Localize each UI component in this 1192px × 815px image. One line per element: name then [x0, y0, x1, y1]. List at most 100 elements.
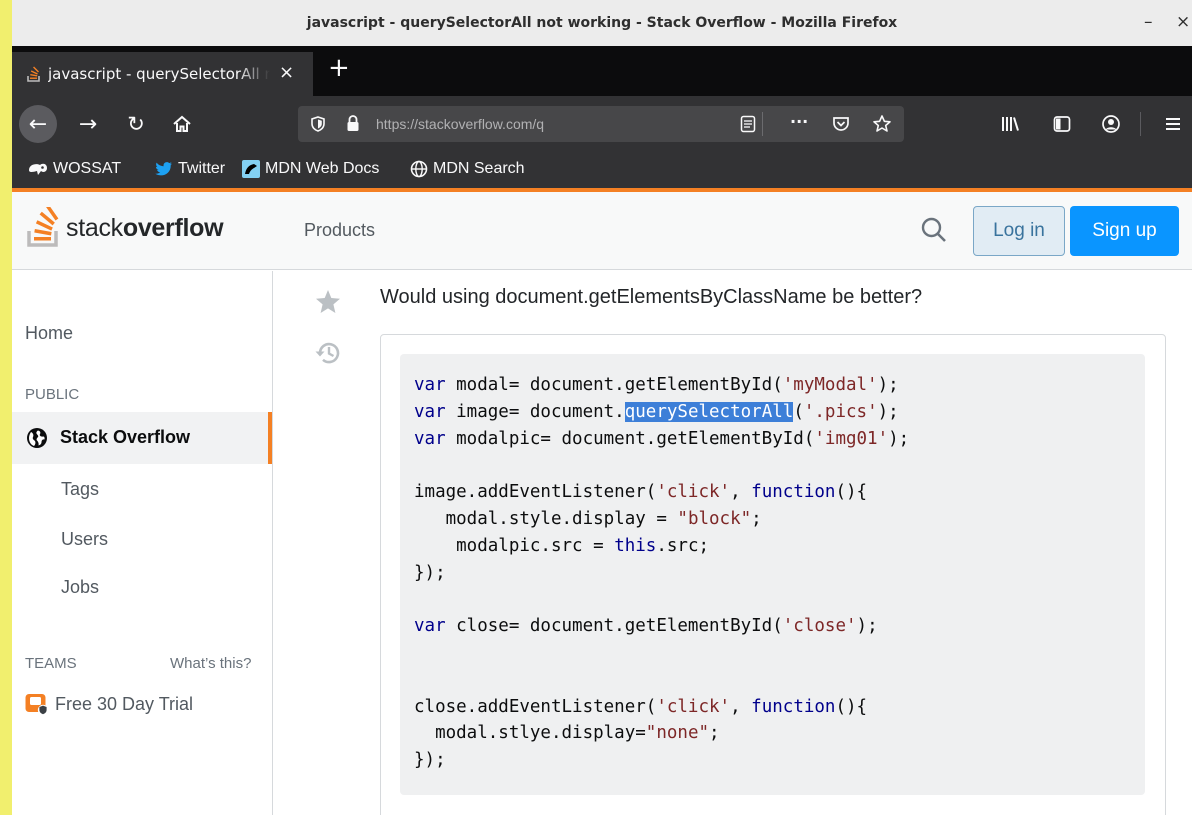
code-token: ; [709, 723, 720, 744]
bookmark-mdn-web-docs[interactable]: MDN Web Docs [242, 160, 379, 178]
code-token: 'click' [656, 696, 731, 717]
selected-text: querySelectorAll [624, 401, 794, 422]
home-button[interactable] [162, 96, 202, 152]
globe-icon [410, 160, 428, 178]
minimize-button[interactable]: – [1144, 12, 1153, 32]
sidebar-item-home[interactable]: Home [25, 323, 73, 344]
code-token: "block" [677, 508, 752, 529]
whats-this-link[interactable]: What’s this? [170, 655, 251, 672]
close-window-button[interactable]: × [1176, 12, 1190, 32]
bookmark-star-icon[interactable] [872, 114, 892, 134]
code-token: , [730, 696, 752, 717]
window-title: javascript - querySelectorAll not workin… [306, 15, 898, 31]
sidebar-item-jobs[interactable]: Jobs [61, 577, 99, 598]
sidebar-item-label: Free 30 Day Trial [55, 693, 194, 714]
pocket-icon[interactable] [832, 115, 850, 133]
code-token: ; [751, 508, 762, 529]
sidebar-toggle-icon[interactable] [1053, 115, 1071, 133]
toolbar-separator [1140, 112, 1141, 136]
tracking-shield-icon[interactable] [310, 116, 326, 132]
code-token: var [414, 428, 446, 449]
code-token: function [751, 482, 836, 503]
url-bar-separator [762, 112, 763, 136]
search-icon[interactable] [920, 216, 948, 244]
question-text: Would using document.getElementsByClassN… [380, 286, 923, 308]
left-sidebar: Home PUBLIC Stack Overflow Tags Users Jo… [12, 271, 273, 815]
mdn-icon [242, 160, 260, 178]
code-token: ); [888, 428, 910, 449]
signup-button[interactable]: Sign up [1070, 206, 1179, 256]
sidebar-item-users[interactable]: Users [61, 529, 108, 550]
sidebar-item-tags[interactable]: Tags [61, 479, 99, 500]
page-actions-icon[interactable]: ··· [790, 112, 808, 131]
home-icon [173, 115, 191, 132]
code-line: var image= document.querySelectorAll('.p… [414, 399, 1131, 426]
account-icon[interactable] [1101, 114, 1121, 134]
reload-button[interactable]: ↻ [116, 96, 156, 152]
title-bar: javascript - querySelectorAll not workin… [12, 0, 1192, 46]
code-token: modalpic= document.getElementById( [445, 428, 815, 449]
bookmark-wossat[interactable]: WOSSAT [28, 160, 121, 178]
tab-close-icon[interactable]: × [279, 62, 294, 83]
so-logo[interactable]: stackoverflow [26, 206, 224, 250]
code-token: modal.style.display = [414, 508, 678, 529]
sidebar-section-public: PUBLIC [25, 386, 80, 403]
sidebar-section-teams: TEAMS [25, 655, 77, 672]
code-token: ); [877, 375, 899, 395]
bookmark-label: MDN Search [433, 160, 525, 177]
sidebar-item-stack-overflow[interactable]: Stack Overflow [12, 412, 272, 464]
url-bar[interactable]: https://stackoverflow.com/q ··· [298, 106, 904, 142]
bookmark-twitter[interactable]: Twitter [155, 160, 225, 178]
code-token: image.addEventListener( [414, 482, 657, 503]
reader-view-icon[interactable] [740, 115, 756, 133]
teams-briefcase-icon [25, 694, 49, 716]
code-line: }); [414, 560, 1131, 587]
url-text: https://stackoverflow.com/q [376, 116, 545, 132]
code-line: modalpic.src = this.src; [414, 533, 1131, 560]
code-line: image.addEventListener('click', function… [414, 479, 1131, 506]
history-icon[interactable] [314, 338, 344, 368]
code-token: var [414, 375, 446, 395]
code-token: , [730, 482, 752, 503]
code-token: }); [414, 562, 446, 583]
bookmark-label: MDN Web Docs [265, 160, 380, 177]
firefox-window: javascript - querySelectorAll not workin… [12, 0, 1192, 815]
sidebar-item-free-trial[interactable]: Free 30 Day Trial [25, 692, 193, 716]
library-icon[interactable] [1000, 115, 1020, 133]
tab-stackoverflow[interactable]: javascript - querySelectorAll not workin… [12, 52, 313, 96]
code-token: image= document. [445, 401, 625, 422]
favorite-star-icon[interactable] [314, 288, 342, 316]
code-token: ( [793, 401, 804, 422]
code-token: ); [856, 616, 878, 637]
code-line: var modalpic= document.getElementById('i… [414, 426, 1131, 453]
new-tab-button[interactable]: + [328, 55, 350, 81]
forward-button[interactable]: → [68, 96, 108, 152]
back-button[interactable]: ← [16, 96, 60, 152]
bookmark-mdn-search[interactable]: MDN Search [410, 160, 525, 178]
sidebar-item-label: Stack Overflow [60, 427, 191, 447]
twitter-icon [155, 162, 172, 176]
so-topbar: stackoverflow Products Log in Sign up [12, 192, 1192, 270]
code-token: 'click' [656, 482, 731, 503]
code-token: modalpic.src = [414, 535, 615, 556]
logo-text: stackoverflow [66, 214, 224, 243]
code-token: function [751, 696, 836, 717]
code-line: }); [414, 747, 1131, 774]
products-menu[interactable]: Products [304, 220, 375, 241]
code-token: var [414, 616, 446, 637]
code-token: }); [414, 750, 446, 771]
code-token: '.pics' [803, 401, 878, 422]
bookmark-label: Twitter [178, 160, 226, 177]
hamburger-menu-icon[interactable] [1164, 116, 1182, 132]
code-token: .src; [656, 535, 710, 556]
code-token: modal.stlye.display= [414, 723, 646, 744]
code-token: close= document.getElementById( [445, 616, 783, 637]
lock-icon[interactable] [346, 115, 360, 132]
code-token: (){ [835, 696, 868, 717]
bookmark-label: WOSSAT [53, 160, 122, 177]
code-line: var close= document.getElementById('clos… [414, 613, 1131, 640]
login-button[interactable]: Log in [973, 206, 1065, 256]
